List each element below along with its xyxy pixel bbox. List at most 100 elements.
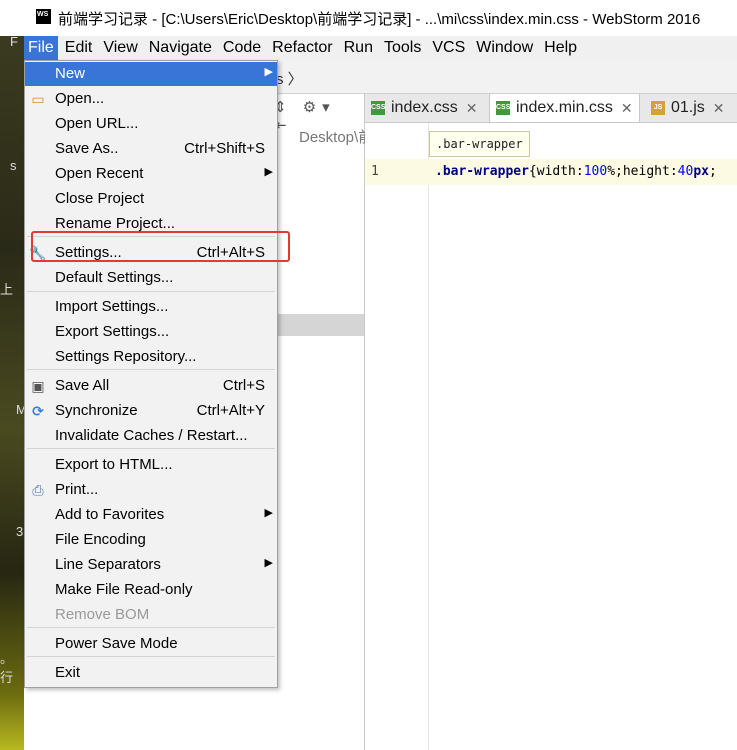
menu-separator [27, 448, 275, 449]
menu-item-open-url[interactable]: Open URL... [25, 112, 277, 136]
tab-index-css[interactable]: CSS index.css ✕ [365, 94, 483, 122]
code-semicolon: ; [708, 164, 717, 179]
menu-help[interactable]: Help [540, 36, 581, 60]
menu-item-import-settings[interactable]: Import Settings... [25, 295, 277, 319]
menu-item-label: Open Recent [55, 165, 144, 182]
annotation-highlight-box [31, 231, 290, 262]
menu-view[interactable]: View [99, 36, 141, 60]
menu-item-label: Make File Read-only [55, 581, 193, 598]
css-value: 100 [583, 164, 608, 179]
menu-item-label: Settings Repository... [55, 348, 197, 365]
window-title: 前端学习记录 - [C:\Users\Eric\Desktop\前端学习记录] … [58, 11, 701, 28]
tab-label: index.css [391, 99, 458, 116]
menu-item-label: Open... [55, 90, 105, 107]
menu-item-label: Invalidate Caches / Restart... [55, 427, 248, 444]
code-line[interactable]: .bar-wrapper{width:100%;height:40px; [435, 164, 717, 179]
css-unit: px [693, 164, 709, 179]
menu-navigate[interactable]: Navigate [145, 36, 216, 60]
close-icon[interactable]: ✕ [713, 100, 725, 117]
menu-item-print[interactable]: ⎙ Print... [25, 478, 277, 502]
menu-item-label: Open URL... [55, 115, 139, 132]
menu-item-label: File Encoding [55, 531, 146, 548]
project-selected-row[interactable] [274, 314, 364, 336]
menu-item-add-to-favorites[interactable]: Add to Favorites ▶ [25, 503, 277, 527]
js-file-icon: JS [651, 101, 665, 115]
sync-icon: ⟳ [32, 403, 44, 419]
webstorm-logo-icon: WS [36, 9, 51, 24]
menu-item-label: Rename Project... [55, 215, 176, 232]
submenu-arrow-icon: ▶ [264, 557, 273, 569]
menu-item-shortcut: Ctrl+Shift+S [184, 140, 265, 157]
menu-item-close-project[interactable]: Close Project [25, 187, 277, 211]
desktop-fragment: F [10, 34, 18, 49]
menu-file[interactable]: File [24, 36, 58, 60]
menu-edit[interactable]: Edit [61, 36, 97, 60]
desktop-fragment: 。 行 [0, 651, 14, 685]
css-unit: %; [607, 164, 623, 179]
menu-item-label: Power Save Mode [55, 635, 178, 652]
menu-separator [27, 656, 275, 657]
menu-item-label: Save All [55, 377, 110, 394]
css-property: width: [536, 164, 584, 179]
submenu-arrow-icon: ▶ [264, 66, 273, 78]
menu-item-synchronize[interactable]: ⟳ Synchronize Ctrl+Alt+Y [25, 399, 277, 423]
save-icon: ▣ [31, 378, 45, 394]
tab-label: index.min.css [516, 99, 613, 116]
desktop-background: F s 上 M 3 。 行 [0, 34, 27, 750]
menu-item-label: Add to Favorites [55, 506, 165, 523]
tab-01-js[interactable]: JS 01.js ✕ [645, 94, 731, 122]
menu-item-open-recent[interactable]: Open Recent ▶ [25, 162, 277, 186]
menu-separator [27, 291, 275, 292]
menu-separator [27, 627, 275, 628]
menu-tools[interactable]: Tools [380, 36, 425, 60]
menu-item-save-as[interactable]: Save As.. Ctrl+Shift+S [25, 137, 277, 161]
menu-run[interactable]: Run [340, 36, 377, 60]
title-bar: WS 前端学习记录 - [C:\Users\Eric\Desktop\前端学习记… [0, 0, 737, 36]
desktop-fragment: 上 [0, 282, 14, 297]
close-icon[interactable]: ✕ [621, 100, 633, 117]
close-icon[interactable]: ✕ [466, 100, 478, 117]
menu-window[interactable]: Window [472, 36, 537, 60]
menu-item-label: Save As.. [55, 140, 119, 157]
menu-item-make-read-only[interactable]: Make File Read-only [25, 578, 277, 602]
editor-breadcrumb-tooltip: .bar-wrapper [429, 131, 530, 157]
menu-item-new[interactable]: New ▶ [25, 62, 277, 86]
menu-item-label: Synchronize [55, 402, 138, 419]
printer-icon: ⎙ [32, 482, 44, 498]
menu-item-remove-bom: Remove BOM [25, 603, 277, 627]
desktop-fragment: s [10, 158, 17, 173]
menu-item-file-encoding[interactable]: File Encoding [25, 528, 277, 552]
menu-item-label: Exit [55, 664, 81, 681]
menu-item-label: Print... [55, 481, 99, 498]
tab-index-min-css[interactable]: CSS index.min.css ✕ [489, 94, 640, 122]
menu-item-exit[interactable]: Exit [25, 661, 277, 685]
submenu-arrow-icon: ▶ [264, 166, 273, 178]
menu-item-label: Remove BOM [55, 606, 150, 623]
menu-item-power-save-mode[interactable]: Power Save Mode [25, 632, 277, 656]
folder-icon: ▭ [31, 91, 45, 107]
menu-item-settings-repository[interactable]: Settings Repository... [25, 345, 277, 369]
menu-code[interactable]: Code [219, 36, 265, 60]
menu-item-export-html[interactable]: Export to HTML... [25, 453, 277, 477]
menu-item-line-separators[interactable]: Line Separators ▶ [25, 553, 277, 577]
menu-item-export-settings[interactable]: Export Settings... [25, 320, 277, 344]
menu-item-default-settings[interactable]: Default Settings... [25, 266, 277, 290]
menu-item-label: Export Settings... [55, 323, 170, 340]
desktop-fragment: 3 [16, 524, 24, 539]
menu-item-shortcut: Ctrl+S [222, 377, 265, 394]
menu-item-label: Line Separators [55, 556, 161, 573]
nav-breadcrumb[interactable]: s 〉 [276, 68, 303, 89]
menu-vcs[interactable]: VCS [428, 36, 469, 60]
menu-item-label: Default Settings... [55, 269, 174, 286]
project-toolbar[interactable]: ⇕ ⚙▾ ⇤ [274, 98, 364, 134]
editor-gutter [365, 123, 429, 750]
css-property: height: [622, 164, 678, 179]
menu-item-shortcut: Ctrl+Alt+Y [196, 402, 265, 419]
menu-item-open[interactable]: ▭ Open... [25, 87, 277, 111]
menu-item-invalidate-caches[interactable]: Invalidate Caches / Restart... [25, 424, 277, 448]
menu-item-label: Import Settings... [55, 298, 169, 315]
line-number: 1 [371, 164, 379, 179]
submenu-arrow-icon: ▶ [264, 507, 273, 519]
menu-refactor[interactable]: Refactor [268, 36, 336, 60]
menu-item-save-all[interactable]: ▣ Save All Ctrl+S [25, 374, 277, 398]
